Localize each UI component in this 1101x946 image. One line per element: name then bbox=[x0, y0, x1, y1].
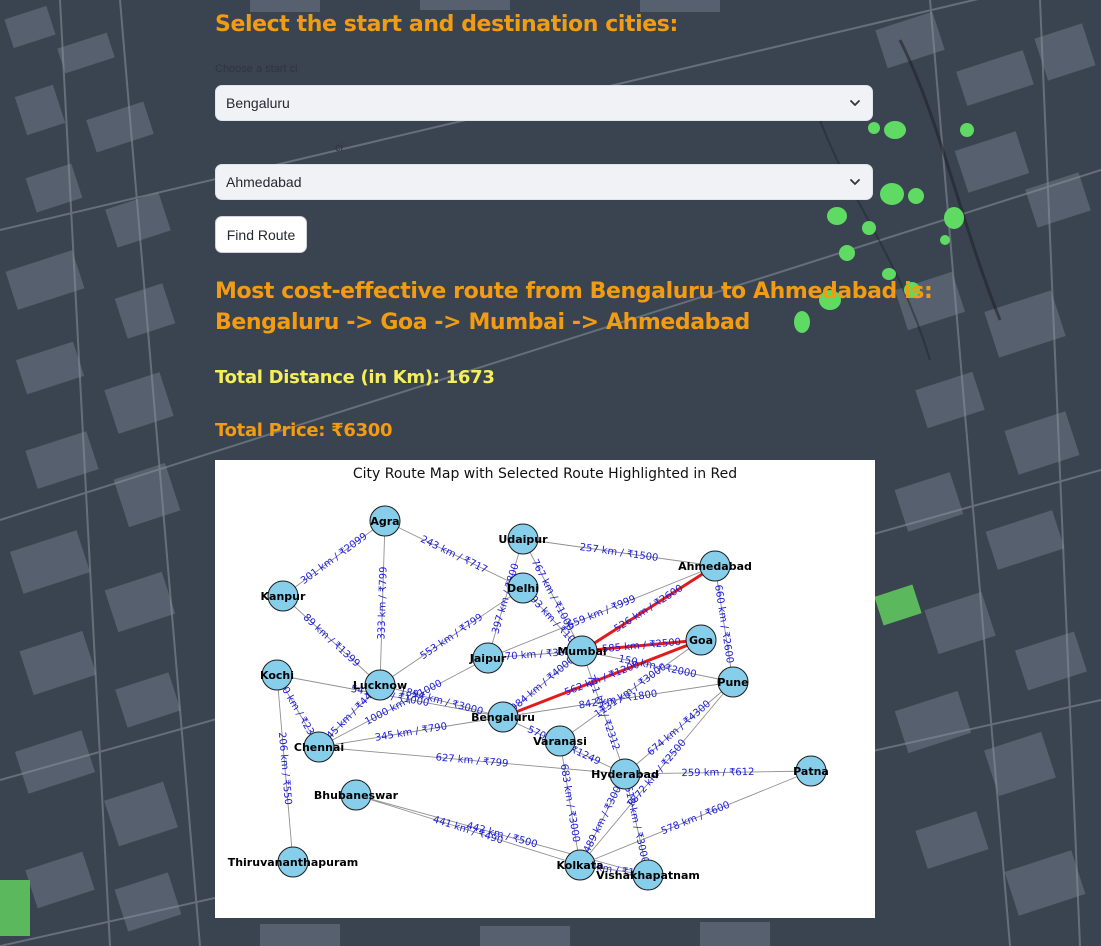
edge-label-chennai-hyderabad: 627 km / ₹799 bbox=[435, 752, 509, 769]
node-label-agra: Agra bbox=[370, 515, 399, 528]
node-label-vishakhapatnam: Vishakhapatnam bbox=[596, 869, 700, 882]
node-label-thiruvananthapuram: Thiruvananthapuram bbox=[228, 856, 359, 869]
destination-city-select[interactable]: Ahmedabad bbox=[215, 164, 873, 200]
destination-city-label: ci bbox=[335, 142, 343, 154]
select-cities-heading: Select the start and destination cities: bbox=[215, 12, 678, 37]
total-price: Total Price: ₹6300 bbox=[215, 420, 393, 441]
node-label-mumbai: Mumbai bbox=[557, 645, 606, 658]
node-label-chennai: Chennai bbox=[294, 741, 344, 754]
node-label-delhi: Delhi bbox=[507, 582, 539, 595]
edge-label-varanasi-kolkata: 683 km / ₹3000 bbox=[558, 763, 582, 843]
total-distance: Total Distance (in Km): 1673 bbox=[215, 367, 495, 388]
node-label-ahmedabad: Ahmedabad bbox=[678, 560, 752, 573]
start-city-select[interactable]: Bengaluru bbox=[215, 85, 873, 121]
edge-label-mumbai-bengaluru: 984 km / ₹4000 bbox=[509, 655, 577, 714]
chevron-down-icon bbox=[850, 179, 860, 185]
edge-label-hyderabad-vishakhapatnam: 618 km / ₹3000 bbox=[622, 785, 650, 865]
edge-label-hyderabad-kolkata: 1489 km / ₹3000 bbox=[579, 779, 627, 861]
chevron-down-icon bbox=[850, 100, 860, 106]
node-label-hyderabad: Hyderabad bbox=[591, 768, 659, 781]
node-label-lucknow: Lucknow bbox=[353, 679, 407, 692]
edge-label-agra-delhi: 243 km / ₹717 bbox=[419, 534, 489, 576]
edge-label-patna-kolkata: 578 km / ₹600 bbox=[660, 800, 732, 838]
edge-label-hyderabad-patna: 259 km / ₹612 bbox=[681, 767, 754, 779]
edge-label-udaipur-ahmedabad: 257 km / ₹1500 bbox=[579, 542, 659, 564]
chart-title: City Route Map with Selected Route Highl… bbox=[353, 466, 737, 482]
node-label-kanpur: Kanpur bbox=[261, 590, 306, 603]
route-map-svg: City Route Map with Selected Route Highl… bbox=[228, 466, 829, 891]
edge-label-kanpur-lucknow: 89 km / ₹1399 bbox=[301, 612, 362, 669]
route-result-heading: Most cost-effective route from Bengaluru… bbox=[215, 279, 933, 304]
edge-label-agra-kanpur: 301 km / ₹2099 bbox=[299, 531, 369, 587]
node-label-varanasi: Varanasi bbox=[533, 735, 587, 748]
node-label-kochi: Kochi bbox=[260, 669, 294, 682]
route-result-path: Bengaluru -> Goa -> Mumbai -> Ahmedabad bbox=[215, 310, 750, 335]
edge-label-agra-lucknow: 333 km / ₹799 bbox=[376, 566, 389, 639]
edge-label-ahmedabad-pune: 660 km / ₹2600 bbox=[712, 584, 735, 664]
node-label-jaipur: Jaipur bbox=[469, 652, 507, 665]
node-label-udaipur: Udaipur bbox=[498, 533, 548, 546]
edge-label-bengaluru-chennai: 345 km / ₹790 bbox=[374, 721, 448, 744]
start-city-value: Bengaluru bbox=[226, 95, 290, 111]
node-label-patna: Patna bbox=[793, 765, 829, 778]
node-label-bhubaneswar: Bhubaneswar bbox=[314, 789, 399, 802]
node-label-pune: Pune bbox=[717, 676, 748, 689]
destination-city-value: Ahmedabad bbox=[226, 174, 302, 190]
node-label-bengaluru: Bengaluru bbox=[471, 711, 535, 724]
route-map-chart: City Route Map with Selected Route Highl… bbox=[215, 460, 875, 918]
find-route-button[interactable]: Find Route bbox=[215, 216, 307, 253]
start-city-label: Choose a start ci bbox=[215, 63, 298, 75]
edge-label-kochi-thiruvananthapuram: 206 km / ₹550 bbox=[276, 732, 293, 806]
node-label-goa: Goa bbox=[689, 634, 713, 647]
